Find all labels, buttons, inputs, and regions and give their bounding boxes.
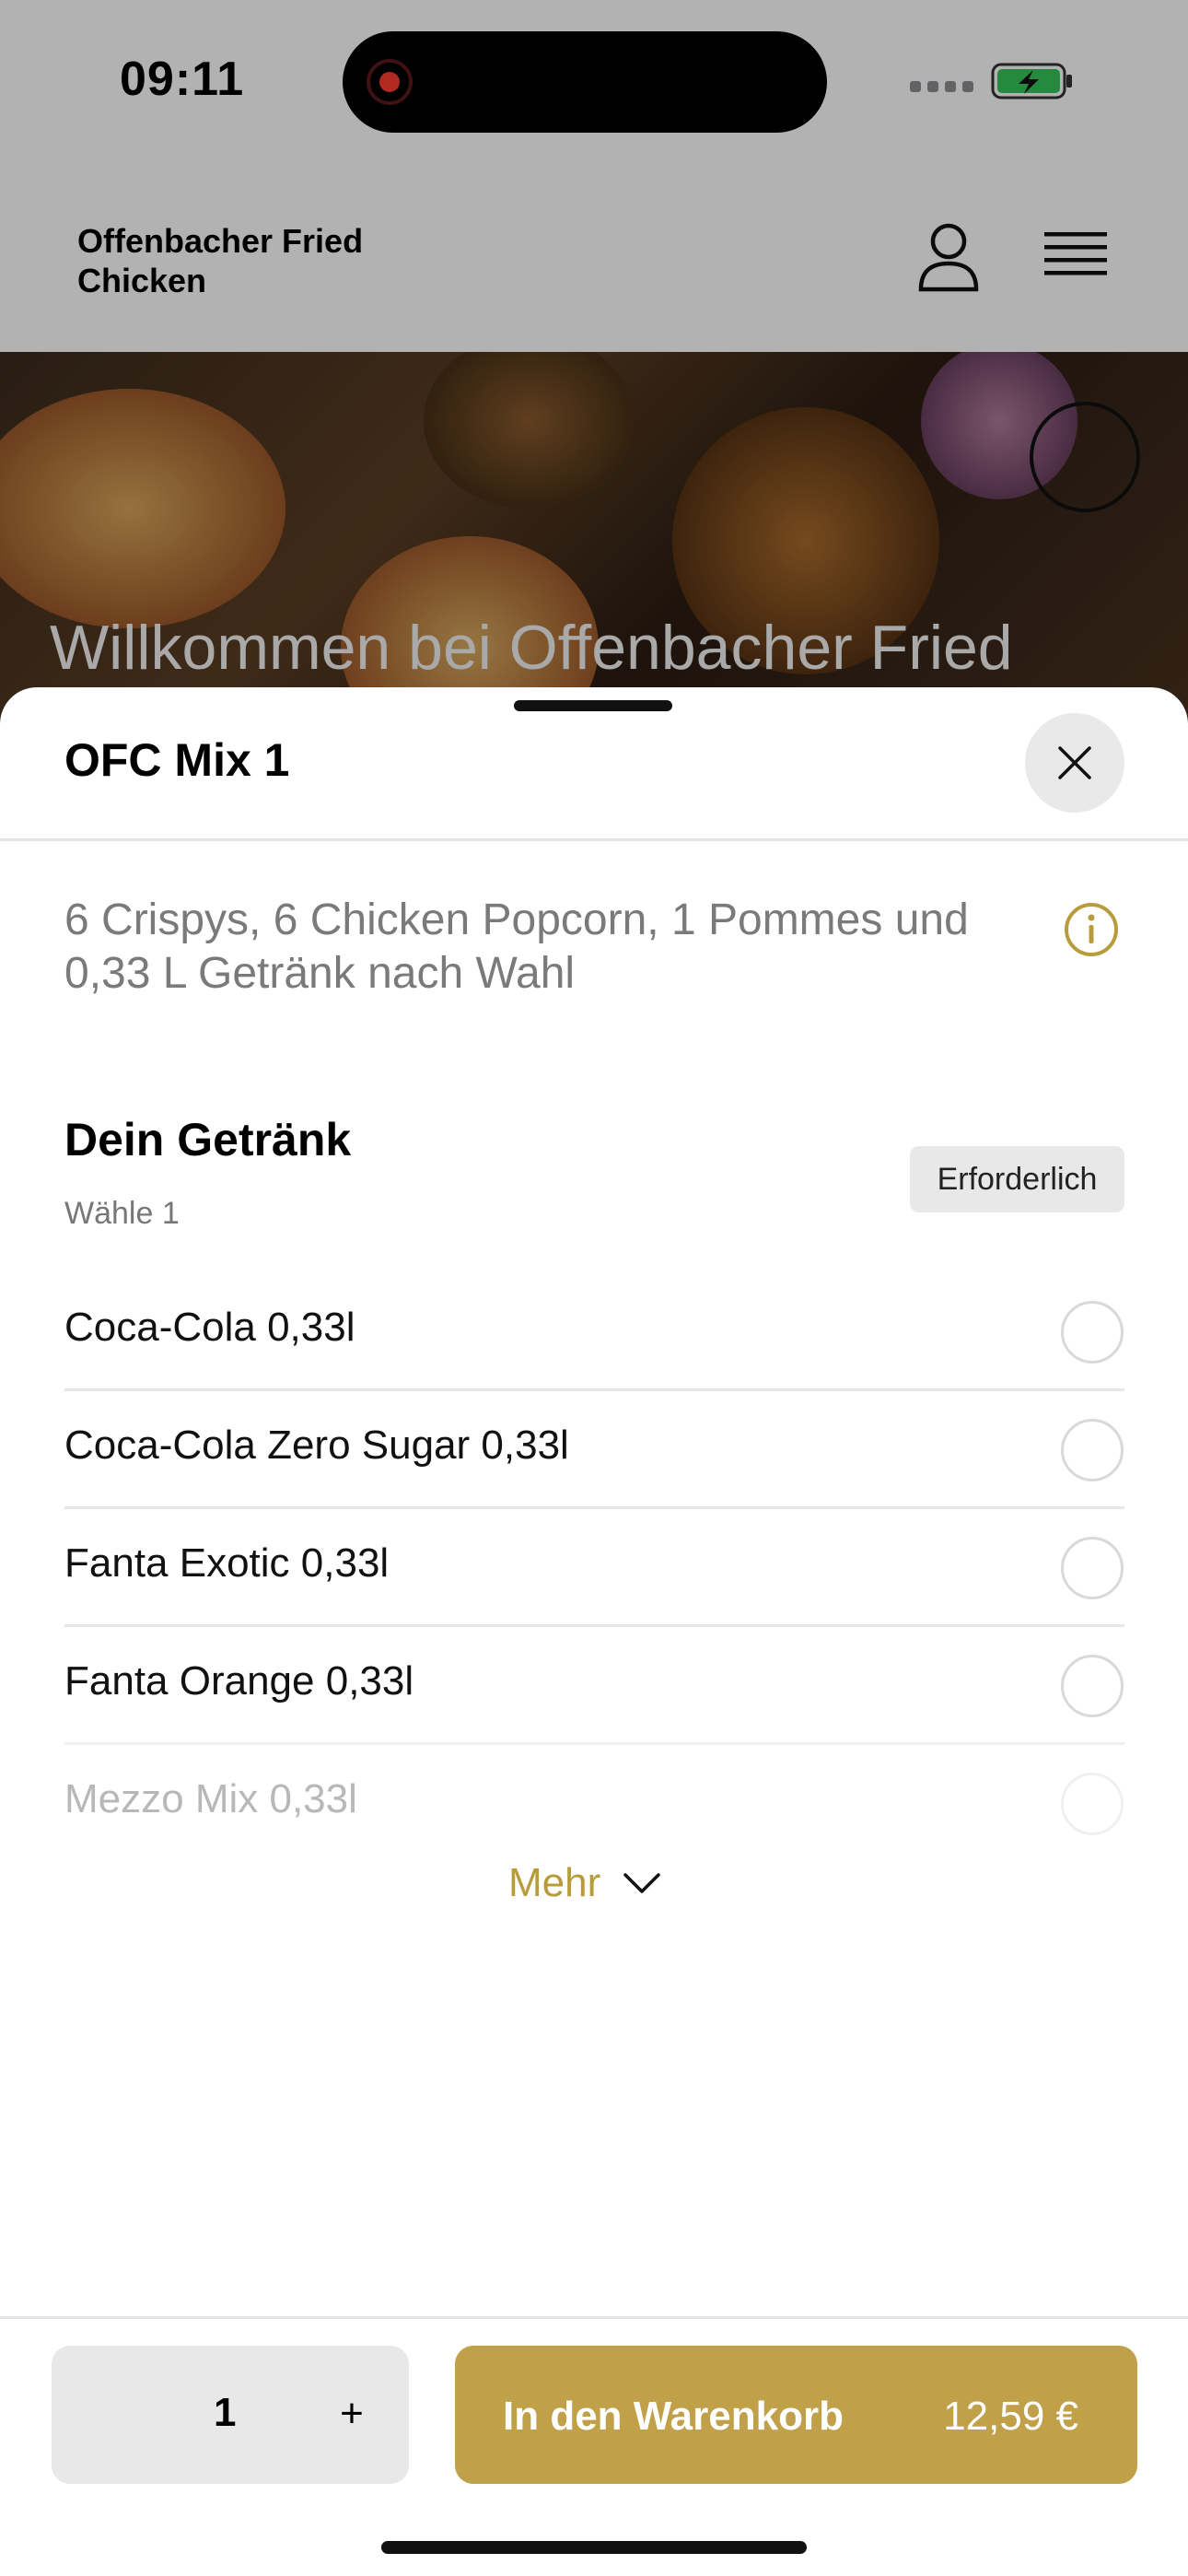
radio-button[interactable] — [1061, 1773, 1124, 1835]
close-button[interactable] — [1025, 713, 1124, 813]
quantity-stepper: 1 + — [52, 2346, 409, 2484]
dim-overlay[interactable] — [0, 0, 1188, 737]
radio-button[interactable] — [1061, 1419, 1124, 1481]
footer-divider — [0, 2316, 1188, 2319]
option-group-title: Dein Getränk — [64, 1114, 352, 1165]
radio-button[interactable] — [1061, 1655, 1124, 1717]
drink-option[interactable]: Mezzo Mix 0,33l — [64, 1745, 1124, 1863]
drink-option-label: Fanta Exotic 0,33l — [64, 1540, 390, 1586]
product-sheet: OFC Mix 1 6 Crispys, 6 Chicken Popcorn, … — [0, 687, 1188, 2576]
radio-button[interactable] — [1061, 1537, 1124, 1599]
product-description: 6 Crispys, 6 Chicken Popcorn, 1 Pommes u… — [64, 896, 969, 998]
quantity-value: 1 — [214, 2390, 237, 2435]
drink-option-label: Mezzo Mix 0,33l — [64, 1776, 357, 1821]
chevron-down-icon — [623, 1873, 660, 1893]
header-divider — [0, 838, 1188, 841]
info-icon[interactable] — [1063, 901, 1120, 958]
radio-button[interactable] — [1061, 1301, 1124, 1364]
add-to-cart-label: In den Warenkorb — [503, 2394, 844, 2439]
product-title: OFC Mix 1 — [64, 734, 290, 786]
add-to-cart-button[interactable]: In den Warenkorb 12,59 € — [455, 2346, 1137, 2484]
close-icon — [1058, 746, 1091, 779]
sheet-grabber[interactable] — [514, 700, 672, 711]
drink-option[interactable]: Coca-Cola Zero Sugar 0,33l — [64, 1391, 1124, 1509]
home-indicator[interactable] — [381, 2541, 807, 2554]
increase-quantity-button[interactable]: + — [324, 2386, 379, 2441]
drink-option[interactable]: Fanta Exotic 0,33l — [64, 1509, 1124, 1627]
show-more-button[interactable]: Mehr — [508, 1856, 661, 1911]
background-page: 09:11 Offenbacher Fried Chicken Willkomm… — [0, 0, 1188, 739]
drink-option-label: Fanta Orange 0,33l — [64, 1658, 414, 1704]
drink-option-label: Coca-Cola Zero Sugar 0,33l — [64, 1423, 569, 1468]
drink-option[interactable]: Coca-Cola 0,33l — [64, 1273, 1124, 1391]
total-price: 12,59 € — [943, 2394, 1078, 2439]
option-group-subtitle: Wähle 1 — [64, 1196, 180, 1231]
show-more-label: Mehr — [508, 1860, 601, 1905]
drink-option[interactable]: Fanta Orange 0,33l — [64, 1627, 1124, 1745]
drink-option-label: Coca-Cola 0,33l — [64, 1305, 355, 1350]
required-badge: Erforderlich — [910, 1146, 1124, 1212]
